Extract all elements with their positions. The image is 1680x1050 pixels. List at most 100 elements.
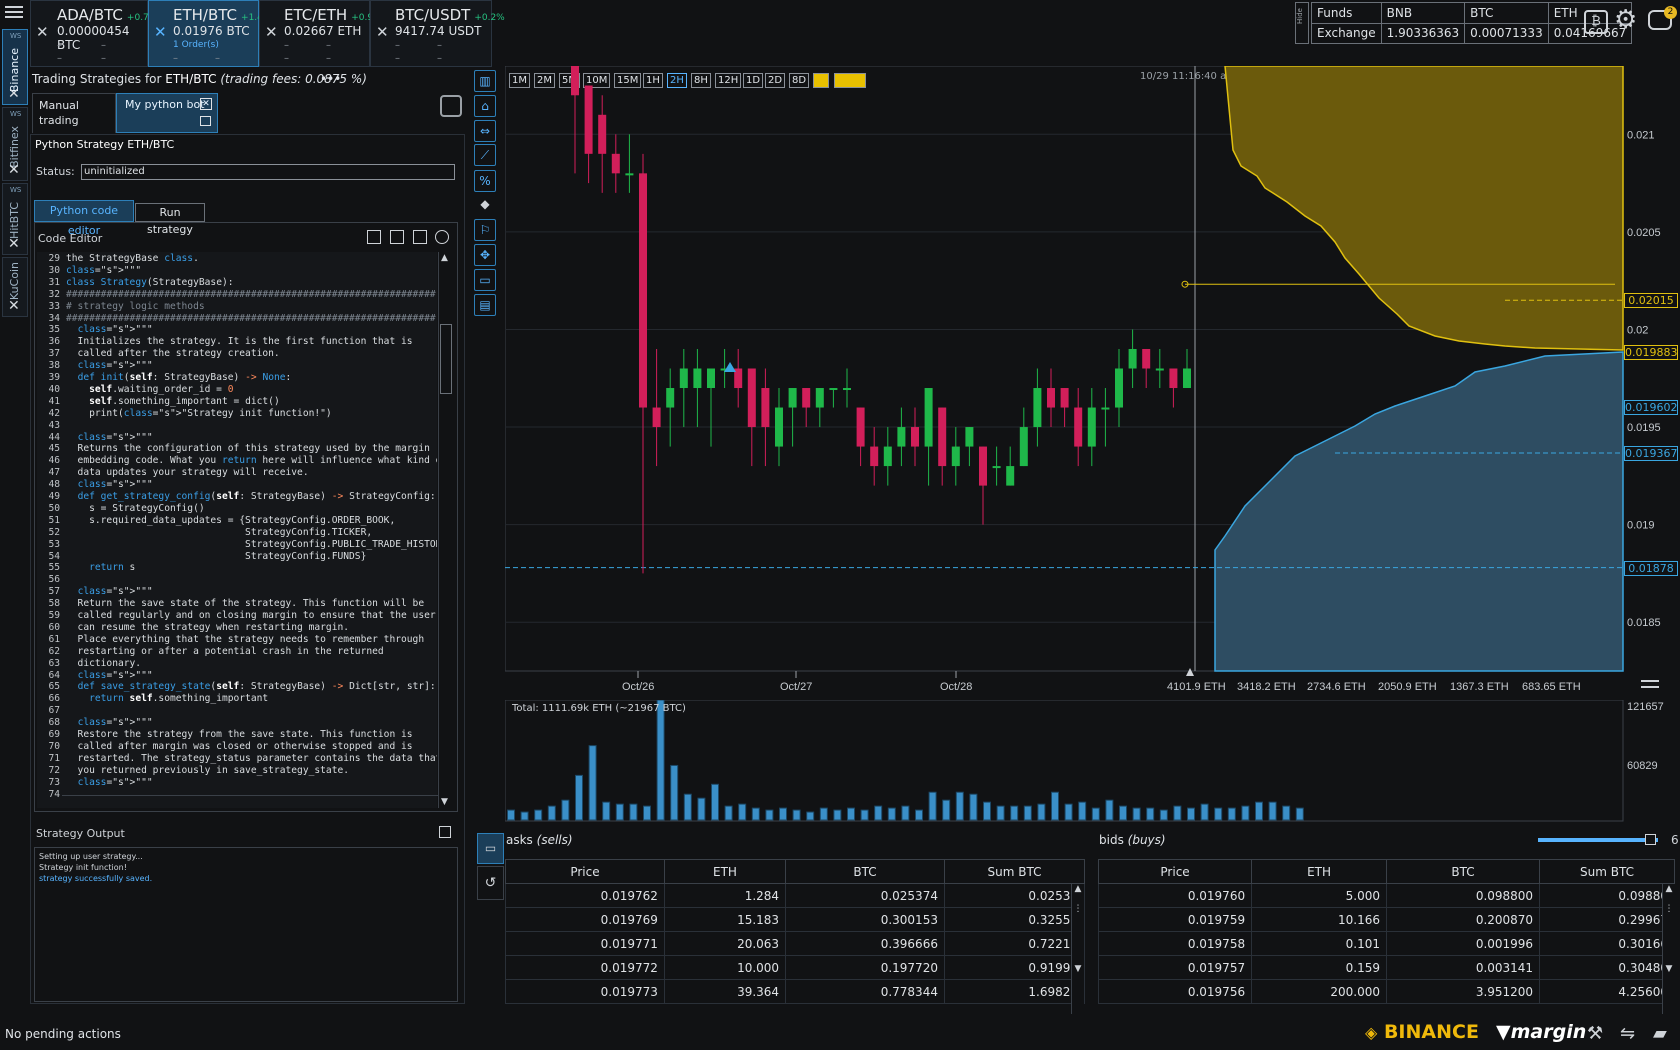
bids-row[interactable]: 0.019757 0.159 0.003141 0.30480: [1097, 955, 1675, 980]
depth-slider[interactable]: [1538, 838, 1658, 842]
exchange-tab-bitfinex[interactable]: WS Bitfinex ✕: [2, 107, 28, 181]
column-header[interactable]: Sum BTC: [1539, 859, 1675, 884]
signal-icon[interactable]: ▰: [1653, 1023, 1667, 1044]
candle-type-tool-icon[interactable]: ▥: [474, 70, 496, 92]
market-tab-etc-eth[interactable]: ETC/ETH +0.9% ✕ 0.02667 ETH – – – –: [259, 0, 382, 67]
line-number: 72: [48, 764, 60, 776]
measure-tool-icon[interactable]: %: [474, 170, 496, 192]
crosshair-tool-icon[interactable]: ⇔: [474, 120, 496, 142]
asks-row[interactable]: 0.019769 15.183 0.300153 0.32552: [505, 907, 1086, 932]
tab-python-bot[interactable]: My python bot ✕: [116, 93, 218, 133]
status-label: Status:: [36, 165, 75, 178]
line-number: 61: [48, 633, 60, 645]
exchange-tab-binance[interactable]: WS Binance ✕: [2, 29, 28, 105]
more-menu-button[interactable]: •••: [320, 72, 341, 86]
market-tab-ada-btc[interactable]: ADA/BTC +0.7% ✕ 0.00000454 BTC – – – –: [30, 0, 157, 67]
column-header[interactable]: BTC: [1385, 859, 1541, 884]
column-header[interactable]: Price: [1097, 859, 1253, 884]
close-icon[interactable]: ✕: [154, 23, 167, 41]
tab-manual-trading[interactable]: Manual trading: [32, 93, 116, 133]
line-number: 33: [48, 300, 60, 312]
bids-row[interactable]: 0.019758 0.101 0.001996 0.30166: [1097, 931, 1675, 956]
orderbook-tab-icon[interactable]: ▭: [477, 833, 504, 864]
horizontal-scrollbar[interactable]: [62, 795, 438, 808]
code-line: class="s">""": [77, 324, 153, 336]
candle-body: [571, 66, 579, 96]
price-tick: 0.019: [1627, 520, 1655, 532]
close-icon[interactable]: ✕: [8, 237, 20, 251]
tab-run-strategy[interactable]: Run strategy: [135, 203, 205, 236]
output-log-icon[interactable]: [439, 826, 451, 838]
slider-handle[interactable]: [1645, 834, 1656, 845]
candle-body: [911, 427, 919, 447]
settings-file-icon[interactable]: [435, 230, 449, 244]
close-tab-icon[interactable]: ✕: [200, 98, 212, 110]
close-icon[interactable]: ✕: [8, 299, 20, 313]
asks-row[interactable]: 0.019773 39.364 0.778344 1.69825: [505, 979, 1086, 1004]
connection-icon[interactable]: ⇋: [1620, 1023, 1635, 1044]
open-external-icon[interactable]: [413, 230, 427, 244]
orderbook-cell: 0.200870: [1385, 907, 1541, 932]
candle-body: [598, 114, 607, 154]
fibonacci-tool-icon[interactable]: ◆: [474, 194, 496, 216]
volume-bar: [1214, 807, 1223, 821]
bids-row[interactable]: 0.019760 5.000 0.098800 0.09880: [1097, 883, 1675, 908]
exchange-tab-hitbtc[interactable]: WS HitBTC ✕: [2, 183, 28, 255]
chart-menu-icon[interactable]: [1641, 680, 1659, 688]
file-list-icon[interactable]: [390, 230, 404, 244]
asks-row[interactable]: 0.019772 10.000 0.197720 0.91991: [505, 955, 1086, 980]
candle-body: [883, 446, 892, 467]
comment-tool-icon[interactable]: ▭: [474, 269, 496, 291]
candle-body: [1101, 407, 1110, 410]
close-icon[interactable]: ✕: [265, 23, 278, 41]
candle-body: [1074, 407, 1083, 447]
market-tab-btc-usdt[interactable]: BTC/USDT +0.2% ✕ 9417.74 USDT – – – –: [370, 0, 505, 67]
detach-icon[interactable]: [200, 116, 211, 126]
asks-scrollbar[interactable]: ▲ ⋮ ▼: [1071, 884, 1084, 1014]
indicator-tool-icon[interactable]: ⌂: [474, 95, 496, 117]
price-tick: 0.0205: [1627, 227, 1661, 239]
close-icon[interactable]: ✕: [376, 23, 389, 41]
column-header[interactable]: ETH: [663, 859, 787, 884]
candle-body: [829, 388, 838, 391]
save-icon[interactable]: [367, 230, 381, 244]
notes-tool-icon[interactable]: ▤: [474, 294, 496, 316]
line-number: 74: [48, 788, 60, 800]
code-line: dictionary.: [66, 657, 142, 669]
candle-body: [679, 368, 688, 389]
price-chart[interactable]: 0.021 0.0205 0.02 0.0195 0.019 0.0185 Oct/26 Oc…: [505, 66, 1680, 720]
code-editor[interactable]: 29 the StrategyBase class. 30 class="s">"""…: [37, 252, 437, 808]
tab-python-code-editor[interactable]: Python code editor: [34, 200, 134, 237]
orderbook-cell: 5.000: [1251, 883, 1387, 908]
close-icon[interactable]: ✕: [36, 23, 49, 41]
bids-scrollbar[interactable]: ▲ ⋮ ▼: [1662, 884, 1675, 1014]
asks-row[interactable]: 0.019771 20.063 0.396666 0.72219: [505, 931, 1086, 956]
bids-row[interactable]: 0.019756 200.000 3.951200 4.25600: [1097, 979, 1675, 1004]
candle-body: [1047, 388, 1055, 408]
zoom-fit-tool-icon[interactable]: ✥: [474, 244, 496, 266]
orderbook-cell: 3.951200: [1385, 979, 1541, 1004]
main-menu-icon[interactable]: [5, 4, 23, 20]
code-scrollbar[interactable]: ▲ ▼: [438, 252, 452, 808]
column-header[interactable]: Price: [505, 859, 665, 884]
marker-tool-icon[interactable]: ⚐: [474, 219, 496, 241]
orderbook-cell: 0.09880: [1539, 883, 1675, 908]
code-line: you returned previously in save_strategy…: [66, 764, 350, 776]
orderbook-cell: 1.69825: [943, 979, 1086, 1004]
scroll-thumb[interactable]: [440, 324, 452, 394]
market-tab-eth-btc[interactable]: ETH/BTC +1.4% ✕ 0.01976 BTC 1 Order(s) – –: [148, 0, 271, 67]
history-tab-icon[interactable]: ↺: [477, 866, 504, 900]
asks-row[interactable]: 0.019762 1.284 0.025374 0.02537: [505, 883, 1086, 908]
trendline-tool-icon[interactable]: ⟋: [474, 144, 496, 166]
wallet-icon[interactable]: ₿: [1584, 10, 1608, 34]
close-icon[interactable]: ✕: [8, 163, 20, 177]
close-icon[interactable]: ✕: [8, 87, 20, 101]
slider-value: 6: [1671, 833, 1679, 847]
gear-icon[interactable]: ⚙: [1614, 6, 1637, 34]
column-header[interactable]: ETH: [1251, 859, 1387, 884]
tools-icon[interactable]: ⚒: [1587, 1023, 1603, 1044]
column-header[interactable]: Sum BTC: [943, 859, 1086, 884]
column-header[interactable]: BTC: [785, 859, 945, 884]
bids-row[interactable]: 0.019759 10.166 0.200870 0.29967: [1097, 907, 1675, 932]
exchange-tab-kucoin[interactable]: KuCoin ✕: [2, 257, 28, 317]
